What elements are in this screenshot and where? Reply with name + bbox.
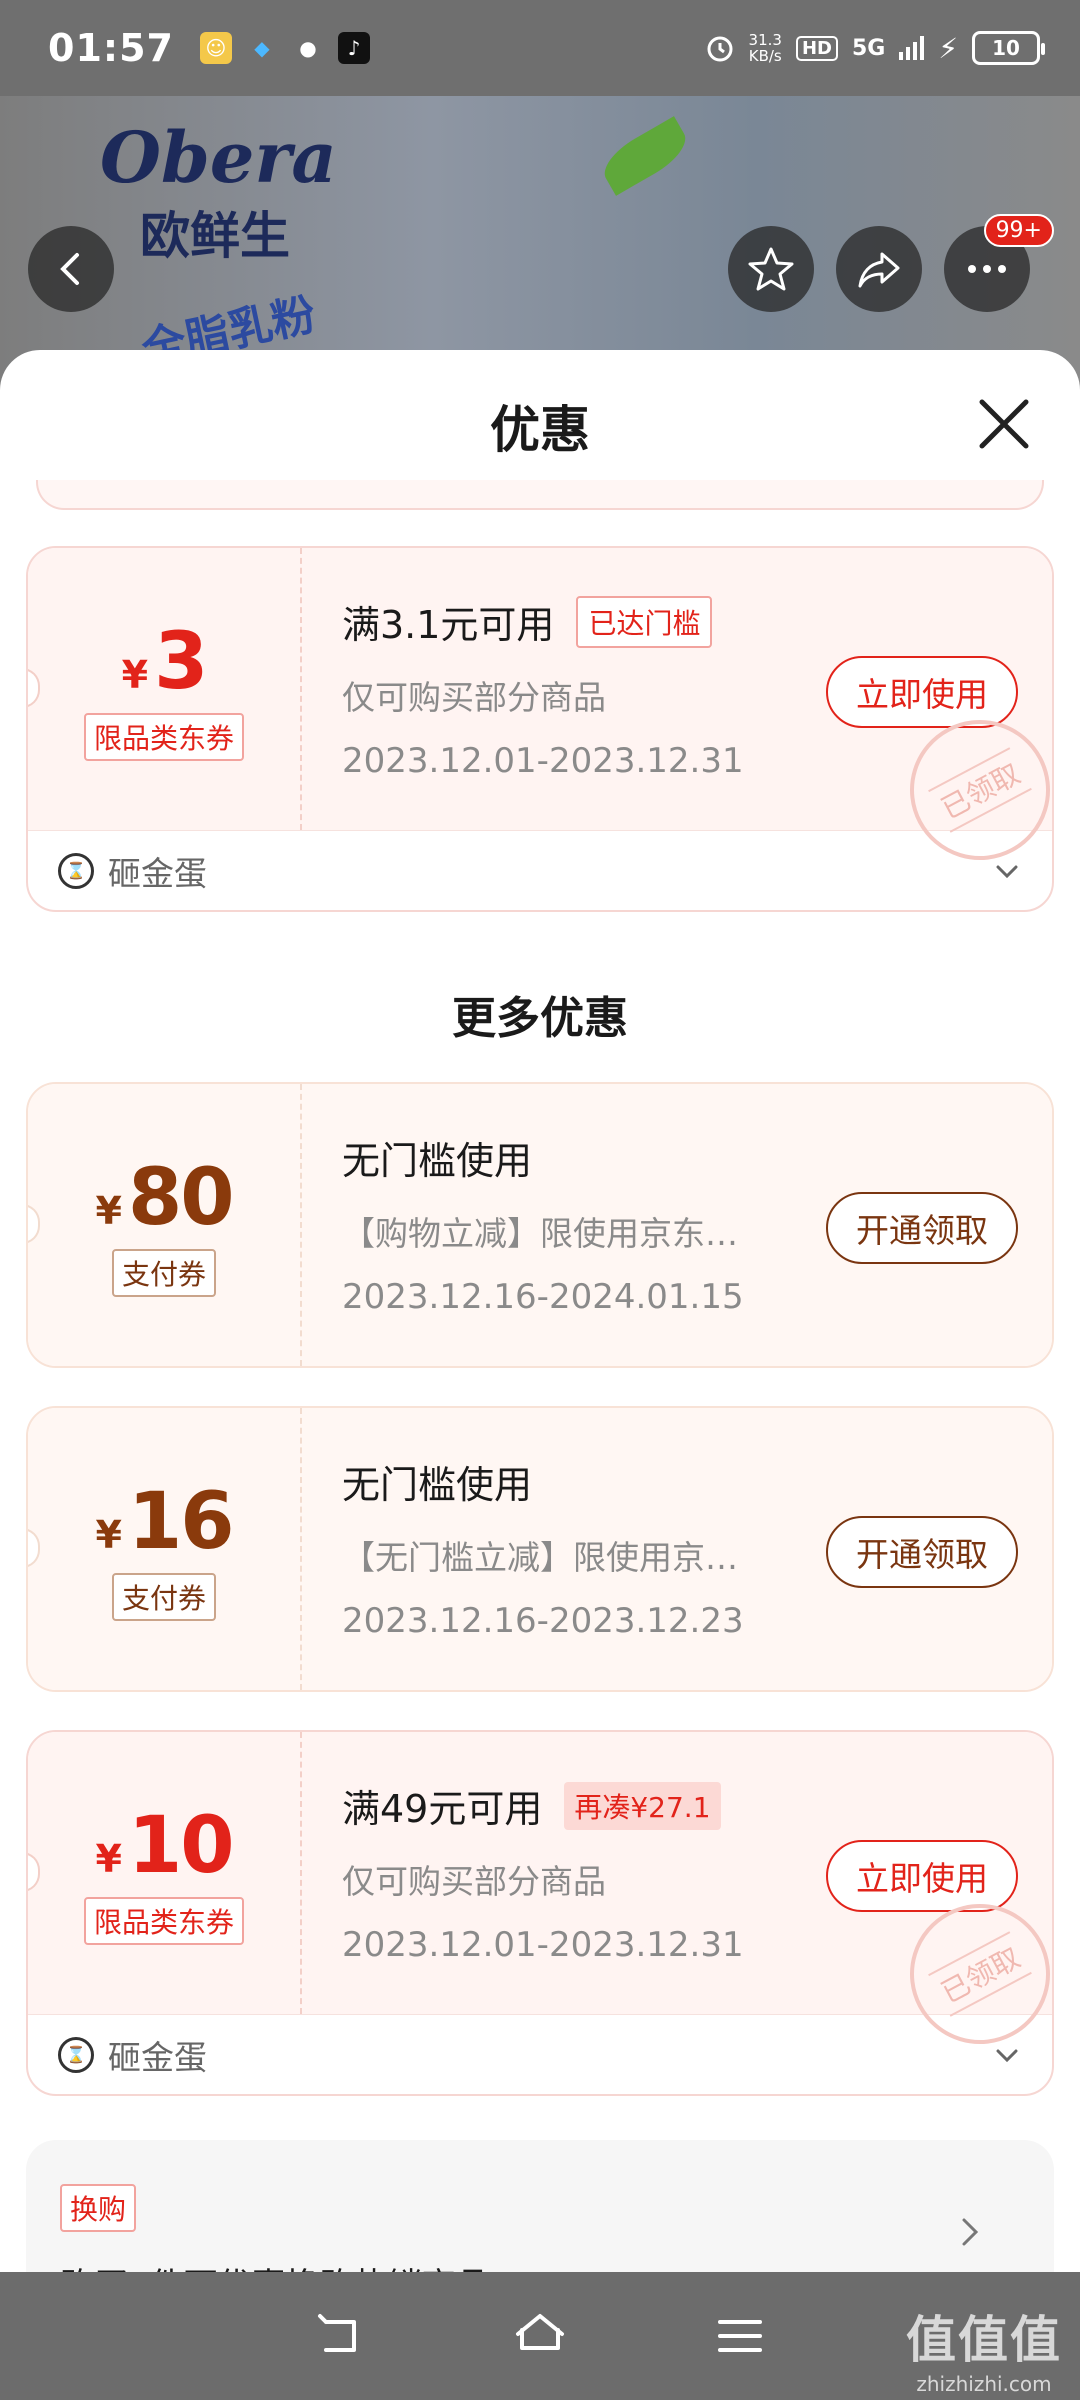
chevron-right-icon: [962, 2218, 979, 2246]
coupon-extra-label: 砸金蛋: [108, 853, 207, 893]
back-button[interactable]: [28, 226, 114, 312]
coupon-type-tag: 支付券: [111, 1249, 216, 1297]
coupon-description: 【购物立减】限使用京东…: [342, 1214, 738, 1253]
ticket-icon: ⌛: [58, 852, 94, 889]
share-button[interactable]: [836, 226, 922, 312]
coupon-condition: 无门槛使用: [342, 1463, 533, 1507]
more-offers-title: 更多优惠: [452, 993, 628, 1044]
coupon-condition: 满49元可用: [342, 1787, 543, 1831]
home-nav-icon[interactable]: [512, 2308, 568, 2364]
activate-claim-button[interactable]: 开通领取: [826, 1192, 1018, 1264]
coupon-type-tag: 支付券: [111, 1573, 216, 1621]
chevron-down-icon: [996, 2049, 1018, 2062]
coupon-description: 仅可购买部分商品: [342, 678, 606, 717]
coupon-type-tag: 限品类东券: [83, 713, 244, 761]
status-bar: 01:57 ☺ ◆ ● ♪ 31.3 KB/s HD 5G ⚡ 10: [0, 0, 1080, 96]
remaining-amount-chip: 再凑¥27.1: [564, 1781, 721, 1830]
coupon-date: 2023.12.16-2024.01.15: [342, 1277, 744, 1317]
exchange-tag: 换购: [60, 2184, 137, 2232]
network-type: 5G: [851, 35, 886, 61]
back-nav-icon[interactable]: [312, 2308, 368, 2364]
use-now-button[interactable]: 立即使用: [826, 656, 1018, 728]
message-icon: ●: [299, 36, 317, 60]
brand-logo-cn: 欧鲜生: [140, 207, 290, 265]
exchange-offer-card[interactable]: 换购 购买1件可优惠换购热销商品: [26, 2140, 1054, 2274]
star-icon: [748, 247, 794, 291]
coupon-description: 仅可购买部分商品: [342, 1862, 606, 1901]
status-app-icons: ☺ ◆ ● ♪: [199, 32, 370, 64]
chevron-down-icon: [996, 865, 1018, 878]
brand-logo: Obera: [100, 116, 337, 199]
coupon-condition: 无门槛使用: [342, 1139, 533, 1183]
message-count-badge: 99+: [983, 214, 1054, 247]
sheet-title: 优惠: [490, 401, 590, 459]
chevron-left-icon: [60, 253, 79, 285]
status-time: 01:57: [48, 26, 174, 70]
coupon-description: 【无门槛立减】限使用京…: [342, 1538, 738, 1577]
coupon-card: ¥80 支付券 无门槛使用 【购物立减】限使用京东… 2023.12.16-20…: [26, 1082, 1054, 1368]
previous-coupon-edge: [36, 480, 1044, 510]
share-icon: [858, 252, 900, 288]
coupon-type-tag: 限品类东券: [83, 1897, 244, 1945]
coupon-card: ¥10 限品类东券 满49元可用 再凑¥27.1 仅可购买部分商品 2023.12…: [26, 1730, 1054, 2096]
coupon-extra-label: 砸金蛋: [108, 2037, 207, 2077]
battery-icon: 10: [972, 31, 1045, 65]
tiktok-icon: ♪: [337, 32, 370, 64]
alarm-icon: [707, 36, 733, 62]
threshold-chip: 已达门槛: [576, 595, 713, 648]
coupon-amount: ¥80: [95, 1153, 235, 1243]
coupon-card: ¥3 限品类东券 满3.1元可用 已达门槛 仅可购买部分商品 2023.12.01…: [26, 546, 1054, 912]
favorite-button[interactable]: [728, 226, 814, 312]
coupon-amount: ¥3: [121, 617, 209, 707]
activate-claim-button[interactable]: 开通领取: [826, 1516, 1018, 1588]
coupon-sheet: 优惠 ¥3 限品类东券 满3.1元可用 已达门槛 仅可购买部分商品 2023.12…: [0, 350, 1080, 2274]
menu-nav-icon[interactable]: [712, 2308, 768, 2364]
leaf-decoration: [596, 116, 694, 196]
more-menu-button[interactable]: 99+: [944, 214, 1054, 312]
coupon-amount: ¥16: [95, 1477, 235, 1567]
more-dots-icon: [968, 265, 1006, 273]
ticket-icon: ⌛: [58, 2036, 94, 2073]
hd-icon: HD: [795, 35, 838, 61]
charging-icon: ⚡: [938, 31, 958, 65]
use-now-button[interactable]: 立即使用: [826, 1840, 1018, 1912]
status-indicators: 31.3 KB/s HD 5G ⚡ 10: [705, 31, 1045, 65]
coupon-condition: 满3.1元可用: [342, 603, 555, 647]
app-notification-icon: ☺: [199, 32, 232, 64]
coupon-extra-row[interactable]: ⌛ 砸金蛋: [28, 2014, 1052, 2094]
qq-icon: ◆: [254, 36, 270, 60]
watermark: 值值值 zhizhizhi.com: [906, 2311, 1062, 2396]
coupon-date: 2023.12.16-2023.12.23: [342, 1601, 744, 1641]
close-icon[interactable]: [974, 394, 1034, 454]
signal-icon: [899, 36, 925, 60]
coupon-extra-row[interactable]: ⌛ 砸金蛋: [28, 830, 1052, 910]
coupon-amount: ¥10: [95, 1801, 235, 1891]
network-speed: 31.3 KB/s: [748, 31, 782, 65]
coupon-card: ¥16 支付券 无门槛使用 【无门槛立减】限使用京… 2023.12.16-20…: [26, 1406, 1054, 1692]
